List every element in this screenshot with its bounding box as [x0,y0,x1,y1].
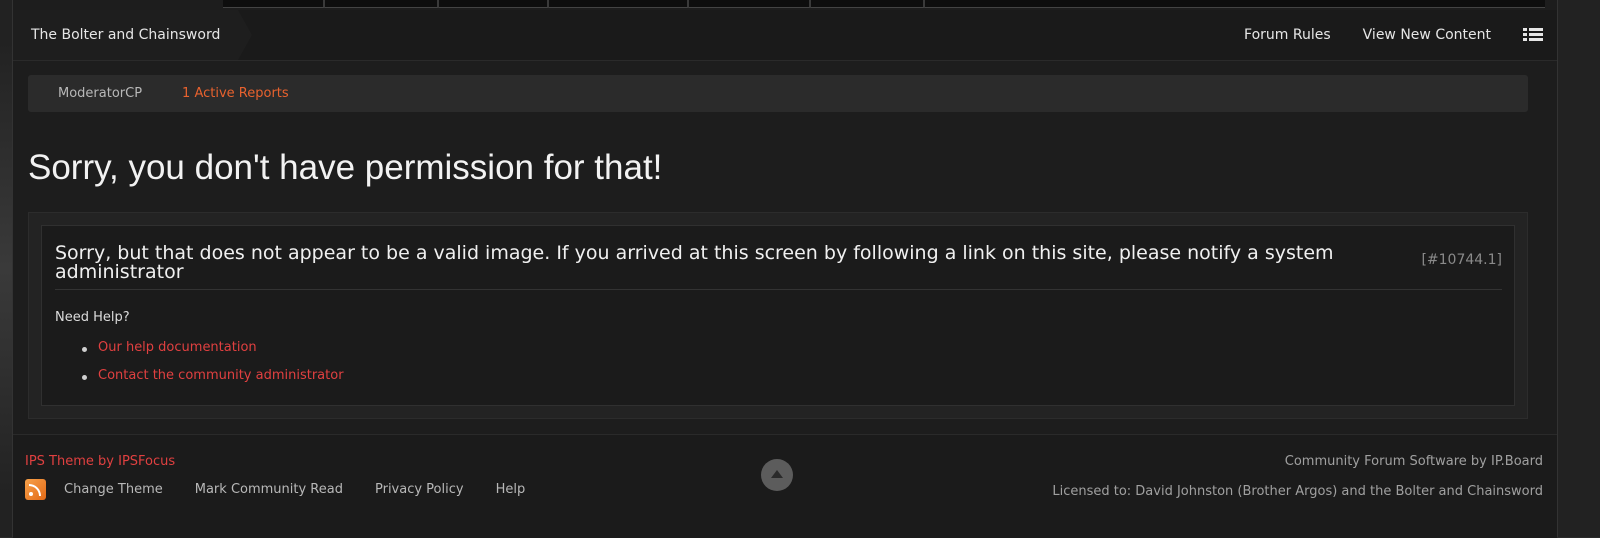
nav-bar: The Bolter and Chainsword Forum Rules Vi… [13,10,1557,61]
top-tab-strip-fill [925,0,1545,8]
footer: IPS Theme by IPSFocus Change Theme Mark … [13,434,1557,538]
error-message: Sorry, but that does not appear to be a … [55,244,1385,282]
rss-icon[interactable] [25,479,46,500]
top-tab-strip [223,0,1545,8]
help-documentation-link[interactable]: Our help documentation [98,340,257,355]
error-code: [#10744.1] [1421,252,1502,268]
top-tab[interactable] [811,0,925,8]
moderator-cp-link[interactable]: ModeratorCP [58,86,142,101]
change-theme-link[interactable]: Change Theme [64,482,163,497]
powered-by-link[interactable]: Community Forum Software by IP.Board [1285,454,1543,469]
moderator-bar: ModeratorCP 1 Active Reports [28,75,1528,112]
breadcrumb-label: The Bolter and Chainsword [31,27,220,43]
help-heading: Need Help? [55,310,130,325]
privacy-policy-link[interactable]: Privacy Policy [375,482,464,497]
top-tab[interactable] [689,0,811,8]
top-tab[interactable] [439,0,549,8]
page-title: Sorry, you don't have permission for tha… [28,148,662,188]
list-item: Contact the community administrator [55,368,344,396]
divider [55,289,1502,290]
top-tab[interactable] [549,0,689,8]
breadcrumb-home[interactable]: The Bolter and Chainsword [13,10,238,60]
list-item: Our help documentation [55,340,344,368]
nav-forum-rules[interactable]: Forum Rules [1244,27,1331,43]
theme-credit-link[interactable]: IPS Theme by IPSFocus [25,454,175,469]
list-icon[interactable] [1523,28,1543,42]
error-panel: Sorry, but that does not appear to be a … [28,212,1528,419]
error-box: Sorry, but that does not appear to be a … [41,225,1515,406]
help-list: Our help documentation Contact the commu… [55,340,344,396]
nav-right: Forum Rules View New Content [1244,10,1543,60]
contact-admin-link[interactable]: Contact the community administrator [98,368,344,383]
license-text: Licensed to: David Johnston (Brother Arg… [1052,484,1543,499]
top-tab[interactable] [325,0,439,8]
active-reports-link[interactable]: 1 Active Reports [182,86,289,101]
mark-community-read-link[interactable]: Mark Community Read [195,482,343,497]
top-tab[interactable] [223,0,325,8]
footer-links: Change Theme Mark Community Read Privacy… [25,479,557,500]
forum-container: The Bolter and Chainsword Forum Rules Vi… [12,0,1558,537]
arrow-up-icon[interactable] [761,459,793,491]
help-link[interactable]: Help [496,482,526,497]
nav-view-new-content[interactable]: View New Content [1363,27,1491,43]
